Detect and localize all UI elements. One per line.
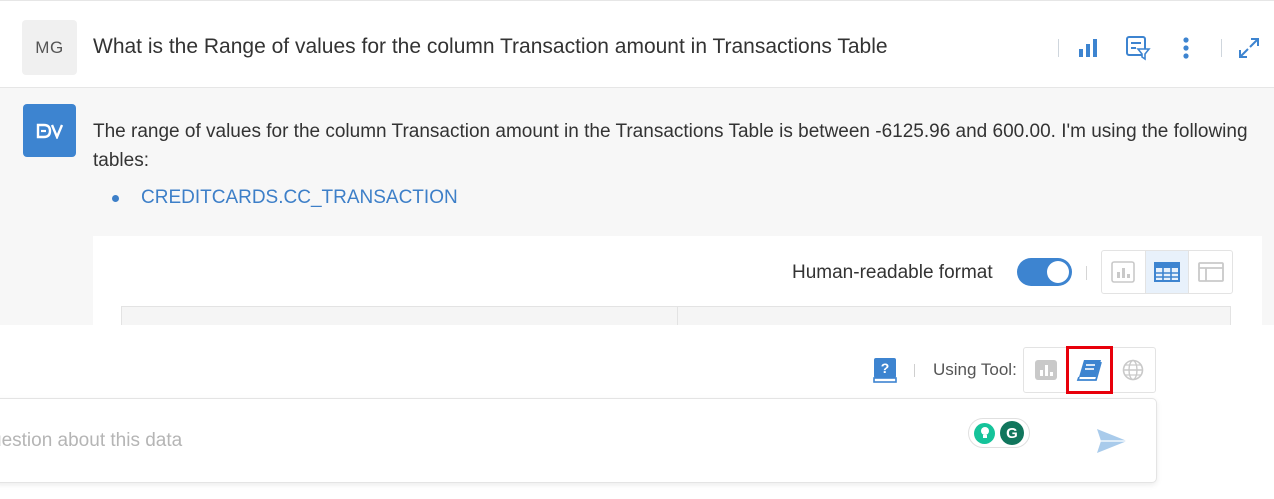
divider — [914, 364, 915, 377]
help-book-icon[interactable]: ? — [873, 357, 897, 383]
divider — [1058, 39, 1059, 57]
dv-logo-icon — [23, 104, 76, 157]
grammarly-widget[interactable]: G — [968, 418, 1030, 448]
question-actions — [1058, 31, 1274, 65]
table-link[interactable]: CREDITCARDS.CC_TRANSACTION — [141, 187, 458, 209]
tables-list: CREDITCARDS.CC_TRANSACTION — [112, 187, 458, 209]
using-tool-label: Using Tool: — [933, 360, 1017, 379]
composer-panel: ? Using Tool: G — [0, 325, 1274, 499]
table-view-icon — [1154, 262, 1180, 282]
svg-text:?: ? — [881, 360, 890, 376]
tool-selector — [1023, 346, 1156, 394]
web-globe-tool-button[interactable] — [1111, 348, 1155, 392]
send-icon[interactable] — [1095, 427, 1131, 457]
toggle-knob — [1047, 261, 1069, 283]
filter-icon[interactable] — [1125, 35, 1151, 61]
chart-view-icon — [1111, 261, 1136, 283]
divider — [1086, 266, 1087, 280]
more-vertical-icon[interactable] — [1173, 35, 1199, 61]
chart-tool-button[interactable] — [1024, 348, 1068, 392]
user-avatar: MG — [22, 20, 77, 75]
answer-text: The range of values for the column Trans… — [93, 121, 1248, 171]
expand-icon[interactable] — [1236, 35, 1262, 61]
knowledge-book-tool-button[interactable] — [1065, 346, 1114, 394]
globe-icon — [1122, 359, 1144, 381]
human-readable-label: Human-readable format — [792, 262, 993, 283]
table-view-button[interactable] — [1144, 251, 1190, 293]
card-view-icon — [1197, 262, 1224, 282]
question-row: MG What is the Range of values for the c… — [0, 0, 1274, 88]
question-input[interactable] — [0, 421, 891, 461]
bar-chart-icon[interactable] — [1075, 35, 1101, 61]
card-view-button[interactable] — [1189, 251, 1232, 293]
question-input-box: G — [0, 398, 1157, 483]
divider — [1221, 39, 1222, 57]
result-table-header — [121, 306, 1231, 326]
lightbulb-icon — [974, 422, 995, 444]
chart-tool-icon — [1034, 360, 1057, 380]
list-item: CREDITCARDS.CC_TRANSACTION — [112, 187, 458, 209]
column-divider — [677, 307, 678, 326]
bullet — [112, 194, 119, 202]
chart-view-button[interactable] — [1102, 251, 1145, 293]
result-card: Human-readable format — [93, 236, 1262, 326]
answer-row: The range of values for the column Trans… — [0, 88, 1274, 326]
question-text: What is the Range of values for the colu… — [93, 35, 888, 58]
human-readable-toggle[interactable] — [1017, 258, 1072, 286]
view-mode-group — [1101, 250, 1233, 294]
book-icon — [1076, 360, 1102, 381]
grammarly-icon: G — [1000, 421, 1024, 445]
